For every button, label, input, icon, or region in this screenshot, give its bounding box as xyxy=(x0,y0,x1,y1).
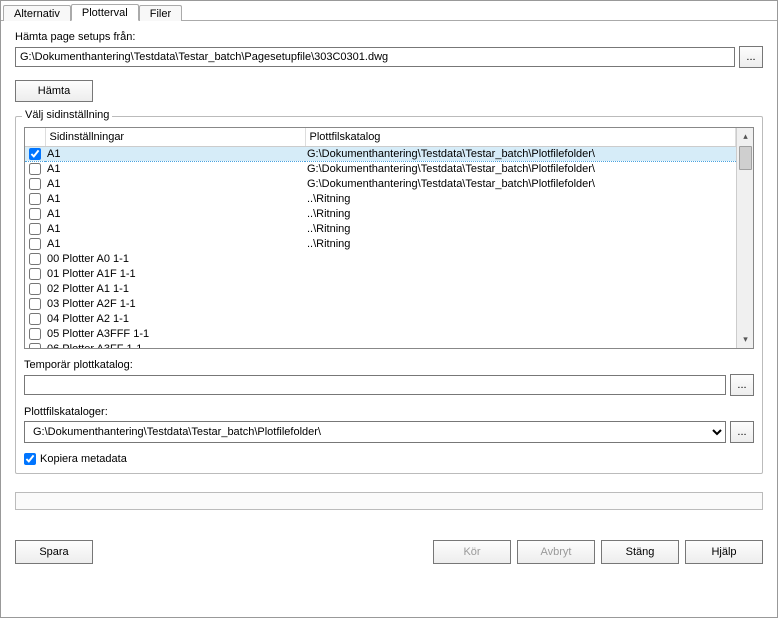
row-checkbox[interactable] xyxy=(29,238,41,250)
temp-folder-input[interactable] xyxy=(24,375,726,395)
row-path xyxy=(305,281,736,296)
row-name: 04 Plotter A2 1-1 xyxy=(45,311,305,326)
fetch-button[interactable]: Hämta xyxy=(15,80,93,102)
row-name: A1 xyxy=(45,176,305,191)
row-path: ..\Ritning xyxy=(305,206,736,221)
row-checkbox[interactable] xyxy=(29,313,41,325)
row-path xyxy=(305,341,736,348)
table-row[interactable]: 05 Plotter A3FFF 1-1 xyxy=(25,326,736,341)
row-path xyxy=(305,326,736,341)
row-path: ..\Ritning xyxy=(305,191,736,206)
table-row[interactable]: 00 Plotter A0 1-1 xyxy=(25,251,736,266)
cancel-button[interactable]: Avbryt xyxy=(517,540,595,564)
scroll-up-icon[interactable]: ▴ xyxy=(737,128,754,145)
table-row[interactable]: 06 Plotter A3FF 1-1 xyxy=(25,341,736,348)
progress-bar xyxy=(15,492,763,510)
table-row[interactable]: A1..\Ritning xyxy=(25,206,736,221)
row-path: ..\Ritning xyxy=(305,236,736,251)
row-name: A1 xyxy=(45,161,305,176)
close-button[interactable]: Stäng xyxy=(601,540,679,564)
row-checkbox[interactable] xyxy=(29,163,41,175)
row-checkbox[interactable] xyxy=(29,343,41,348)
browse-temp-button[interactable]: ... xyxy=(730,374,754,396)
row-checkbox[interactable] xyxy=(29,223,41,235)
tab-bar: Alternativ Plotterval Filer xyxy=(1,1,777,21)
source-label: Hämta page setups från: xyxy=(15,31,763,43)
row-checkbox[interactable] xyxy=(29,268,41,280)
row-name: A1 xyxy=(45,221,305,236)
row-checkbox[interactable] xyxy=(29,208,41,220)
row-name: A1 xyxy=(45,206,305,221)
row-name: 05 Plotter A3FFF 1-1 xyxy=(45,326,305,341)
table-row[interactable]: 03 Plotter A2F 1-1 xyxy=(25,296,736,311)
table-row[interactable]: 01 Plotter A1F 1-1 xyxy=(25,266,736,281)
browse-source-button[interactable]: ... xyxy=(739,46,763,68)
tab-alternativ[interactable]: Alternativ xyxy=(3,5,71,21)
row-name: A1 xyxy=(45,191,305,206)
row-path xyxy=(305,311,736,326)
row-path: G:\Dokumenthantering\Testdata\Testar_bat… xyxy=(305,176,736,191)
row-path xyxy=(305,296,736,311)
row-checkbox[interactable] xyxy=(29,298,41,310)
copy-metadata-label: Kopiera metadata xyxy=(40,453,127,465)
row-name: 06 Plotter A3FF 1-1 xyxy=(45,341,305,348)
row-name: A1 xyxy=(45,146,305,161)
row-path: ..\Ritning xyxy=(305,221,736,236)
table-row[interactable]: A1G:\Dokumenthantering\Testdata\Testar_b… xyxy=(25,176,736,191)
table-row[interactable]: 02 Plotter A1 1-1 xyxy=(25,281,736,296)
table-row[interactable]: 04 Plotter A2 1-1 xyxy=(25,311,736,326)
scroll-thumb[interactable] xyxy=(739,146,752,170)
table-row[interactable]: A1..\Ritning xyxy=(25,191,736,206)
row-name: 02 Plotter A1 1-1 xyxy=(45,281,305,296)
row-name: A1 xyxy=(45,236,305,251)
temp-folder-label: Temporär plottkatalog: xyxy=(24,359,754,371)
help-button[interactable]: Hjälp xyxy=(685,540,763,564)
row-checkbox[interactable] xyxy=(29,253,41,265)
col-settings[interactable]: Sidinställningar xyxy=(45,128,305,146)
row-checkbox[interactable] xyxy=(29,193,41,205)
plot-folders-label: Plottfilskataloger: xyxy=(24,406,754,418)
row-path xyxy=(305,251,736,266)
plot-folders-select[interactable]: G:\Dokumenthantering\Testdata\Testar_bat… xyxy=(24,421,726,443)
row-checkbox[interactable] xyxy=(29,178,41,190)
table-row[interactable]: A1..\Ritning xyxy=(25,221,736,236)
scroll-down-icon[interactable]: ▾ xyxy=(737,331,754,348)
row-path xyxy=(305,266,736,281)
table-row[interactable]: A1..\Ritning xyxy=(25,236,736,251)
col-folder[interactable]: Plottfilskatalog xyxy=(305,128,736,146)
save-button[interactable]: Spara xyxy=(15,540,93,564)
row-checkbox[interactable] xyxy=(29,148,41,160)
settings-table-wrap: Sidinställningar Plottfilskatalog A1G:\D… xyxy=(24,127,754,349)
browse-plotfolders-button[interactable]: ... xyxy=(730,421,754,443)
table-scrollbar[interactable]: ▴ ▾ xyxy=(736,128,753,348)
run-button[interactable]: Kör xyxy=(433,540,511,564)
tab-filer[interactable]: Filer xyxy=(139,5,182,21)
row-path: G:\Dokumenthantering\Testdata\Testar_bat… xyxy=(305,161,736,176)
table-row[interactable]: A1G:\Dokumenthantering\Testdata\Testar_b… xyxy=(25,161,736,176)
settings-table: Sidinställningar Plottfilskatalog A1G:\D… xyxy=(25,128,736,348)
row-name: 00 Plotter A0 1-1 xyxy=(45,251,305,266)
row-name: 01 Plotter A1F 1-1 xyxy=(45,266,305,281)
table-row[interactable]: A1G:\Dokumenthantering\Testdata\Testar_b… xyxy=(25,146,736,161)
row-checkbox[interactable] xyxy=(29,328,41,340)
copy-metadata-checkbox[interactable] xyxy=(24,453,36,465)
group-title: Välj sidinställning xyxy=(22,109,112,121)
row-checkbox[interactable] xyxy=(29,283,41,295)
row-name: 03 Plotter A2F 1-1 xyxy=(45,296,305,311)
page-setup-group: Välj sidinställning Sidinställningar Plo… xyxy=(15,116,763,474)
source-path-input[interactable] xyxy=(15,47,735,67)
row-path: G:\Dokumenthantering\Testdata\Testar_bat… xyxy=(305,146,736,161)
tab-plotterval[interactable]: Plotterval xyxy=(71,4,139,21)
